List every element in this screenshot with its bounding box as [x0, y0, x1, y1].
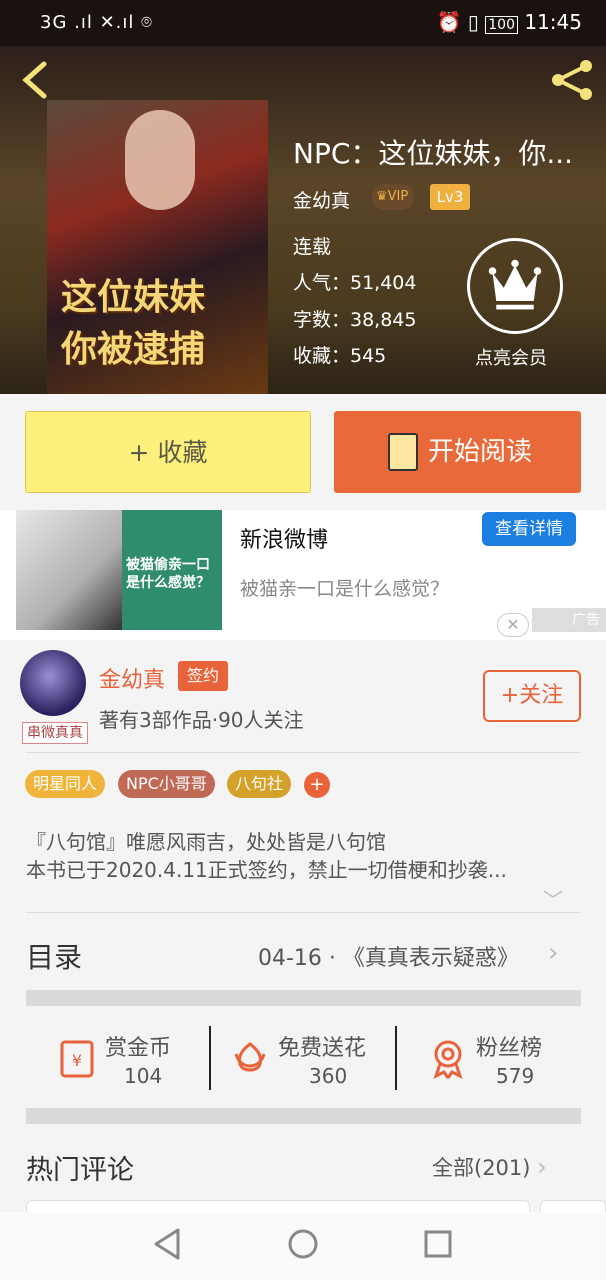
reward-coin-label[interactable]: 赏金币 — [105, 1030, 171, 1062]
author-avatar[interactable] — [20, 650, 86, 716]
start-reading-button[interactable]: 开始阅读 — [334, 411, 581, 493]
stat-separator — [209, 1026, 211, 1090]
fan-rank-value: 579 — [496, 1064, 535, 1088]
hot-comments-label: 热门评论 — [26, 1155, 134, 1186]
member-button[interactable] — [467, 238, 563, 334]
toc-latest-chapter[interactable]: 04-16 · 《真真表示疑惑》 — [258, 940, 519, 972]
fan-rank-label[interactable]: 粉丝榜 — [476, 1030, 542, 1062]
clock: ⏰ ▯ 100 11:45 — [436, 10, 582, 34]
cover-title-line2: 你被逮捕 — [61, 328, 206, 370]
all-comments-link[interactable]: 全部(201) › — [432, 1152, 547, 1182]
tag-pill[interactable]: 八句社 — [227, 770, 292, 798]
book-favorites: 收藏：545 — [293, 345, 387, 367]
book-status: 连载 — [293, 236, 332, 258]
reward-coin-value: 104 — [124, 1064, 163, 1088]
section-band — [26, 1108, 581, 1124]
free-flower-label[interactable]: 免费送花 — [278, 1030, 366, 1062]
intro-line-1: 『八句馆』唯愿风雨吉，处处皆是八句馆 — [26, 830, 386, 854]
ad-mark: 广告 — [532, 608, 606, 632]
share-icon[interactable] — [548, 58, 596, 102]
divider — [26, 912, 581, 913]
chevron-right-icon[interactable]: › — [548, 938, 558, 968]
add-tag-button[interactable]: + — [304, 772, 330, 798]
section-band — [26, 990, 581, 1006]
svg-text:¥: ¥ — [72, 1051, 82, 1070]
nav-recents-icon[interactable] — [418, 1224, 458, 1264]
start-reading-label: 开始阅读 — [428, 437, 533, 467]
ad-banner[interactable]: 被猫偷亲一口是什么感觉？ 新浪微博 查看详情 被猫亲一口是什么感觉？ ✕ 广告 — [0, 510, 606, 640]
signal-icons: 3G .ıl ✕.ıl ⌾ — [40, 12, 153, 33]
vip-label: VIP — [387, 189, 409, 204]
author-info: 著有3部作品·90人关注 — [99, 708, 304, 732]
author-name[interactable]: 金幼真 — [293, 186, 350, 213]
ad-detail-button[interactable]: 查看详情 — [482, 512, 576, 546]
member-label[interactable]: 点亮会员 — [475, 344, 547, 370]
cover-portrait — [125, 110, 195, 210]
ad-image-caption: 被猫偷亲一口是什么感觉？ — [126, 557, 210, 591]
book-cover[interactable]: 这位妹妹 你被逮捕 — [47, 100, 268, 394]
battery-level: 100 — [485, 16, 518, 34]
tag-pill[interactable]: NPC小哥哥 — [118, 770, 215, 798]
ad-image-text[interactable]: 被猫偷亲一口是什么感觉？ — [122, 510, 222, 630]
level-badge: Lv3 — [430, 184, 470, 210]
time: 11:45 — [524, 10, 582, 34]
chevron-right-icon: › — [537, 1153, 547, 1181]
toc-label[interactable]: 目录 — [26, 936, 82, 976]
nav-back-icon[interactable] — [148, 1224, 188, 1264]
stat-separator — [395, 1026, 397, 1090]
medal-icon[interactable] — [426, 1036, 470, 1080]
back-icon[interactable] — [18, 60, 52, 100]
book-popularity: 人气：51,404 — [293, 272, 417, 294]
crown-icon: ♛ — [376, 189, 388, 204]
status-bar: 3G .ıl ✕.ıl ⌾ ⏰ ▯ 100 11:45 — [0, 0, 606, 46]
book-words: 字数：38,845 — [293, 309, 417, 331]
follow-button[interactable]: +关注 — [483, 670, 581, 722]
intro-line-2: 本书已于2020.4.11正式签约，禁止一切借梗和抄袭... — [26, 858, 507, 882]
divider — [26, 752, 581, 753]
vip-badge: ♛VIP — [372, 184, 415, 210]
ad-title[interactable]: 新浪微博 — [240, 522, 328, 554]
expand-intro-icon[interactable]: ﹀ — [543, 884, 563, 913]
ad-image-cats[interactable] — [16, 510, 122, 630]
book-title: NPC：这位妹妹，你... — [293, 137, 574, 170]
crown-icon — [488, 259, 542, 310]
free-flower-value: 360 — [309, 1064, 348, 1088]
avatar-tag: 串微真真 — [22, 722, 88, 744]
nav-home-icon[interactable] — [283, 1224, 323, 1264]
gold-coin-icon[interactable]: ¥ — [54, 1036, 98, 1080]
flower-icon[interactable] — [228, 1036, 272, 1080]
tag-pill[interactable]: 明星同人 — [25, 770, 106, 798]
ad-close-icon[interactable]: ✕ — [497, 613, 529, 637]
author-name-link[interactable]: 金幼真 — [99, 662, 165, 694]
all-comments-label: 全部(201) — [432, 1156, 531, 1180]
collect-button[interactable]: + 收藏 — [25, 411, 311, 493]
signed-badge: 签约 — [178, 661, 228, 691]
cover-title-line1: 这位妹妹 — [61, 276, 206, 318]
book-icon — [388, 433, 418, 471]
ad-description[interactable]: 被猫亲一口是什么感觉？ — [240, 574, 449, 601]
